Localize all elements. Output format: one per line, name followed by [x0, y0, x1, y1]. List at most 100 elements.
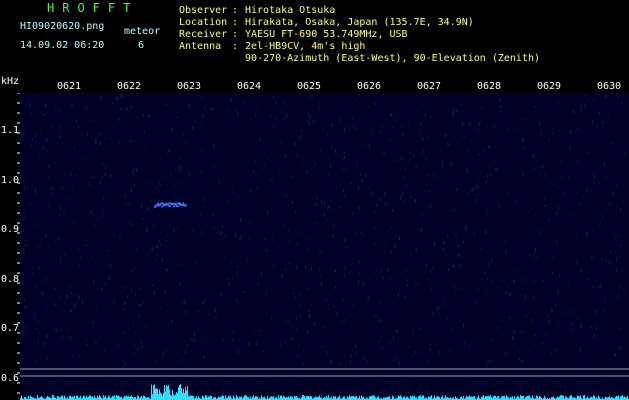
noise-speckle: [548, 203, 550, 205]
noise-speckle: [99, 132, 100, 136]
noise-speckle: [119, 235, 121, 240]
noise-speckle: [22, 330, 24, 333]
noise-speckle: [309, 314, 311, 318]
noise-speckle: [347, 125, 349, 129]
noise-speckle: [201, 302, 203, 304]
noise-speckle: [104, 137, 106, 139]
noise-speckle: [386, 271, 388, 273]
spectrum-bar: [117, 395, 118, 400]
noise-speckle: [71, 95, 73, 98]
noise-speckle: [232, 187, 234, 189]
noise-speckle: [57, 237, 59, 241]
noise-speckle: [335, 153, 337, 155]
noise-speckle: [165, 239, 167, 243]
noise-speckle: [257, 282, 259, 285]
noise-speckle: [355, 232, 357, 236]
noise-speckle: [557, 288, 559, 293]
noise-speckle: [599, 112, 600, 115]
noise-speckle: [612, 192, 614, 196]
noise-speckle: [466, 168, 468, 173]
spectrum-bar: [160, 392, 161, 400]
noise-speckle: [387, 229, 389, 232]
noise-speckle: [486, 126, 488, 128]
spectrum-bar: [518, 396, 519, 400]
receiver-label: Receiver: [179, 29, 228, 40]
spectrum-bar: [72, 396, 73, 400]
noise-speckle: [42, 291, 44, 296]
noise-speckle: [521, 330, 522, 335]
noise-speckle: [98, 190, 100, 193]
noise-speckle: [180, 103, 182, 105]
noise-speckle: [284, 341, 286, 345]
noise-speckle: [311, 95, 313, 97]
noise-speckle: [46, 149, 48, 153]
noise-speckle: [263, 350, 265, 353]
noise-speckle: [448, 268, 449, 271]
echo-pixel: [172, 203, 174, 206]
noise-speckle: [23, 210, 25, 214]
noise-speckle: [383, 152, 385, 156]
noise-speckle: [417, 329, 419, 331]
spectrum-bar: [536, 395, 537, 400]
noise-speckle: [121, 93, 123, 98]
noise-speckle: [179, 284, 181, 287]
noise-speckle: [213, 340, 215, 342]
noise-speckle: [32, 272, 34, 275]
noise-speckle: [104, 282, 106, 285]
noise-speckle: [114, 254, 115, 256]
noise-speckle: [587, 151, 589, 156]
noise-speckle: [157, 348, 159, 351]
noise-speckle: [596, 127, 598, 129]
noise-speckle: [370, 299, 372, 301]
noise-speckle: [153, 246, 154, 251]
noise-speckle: [72, 355, 74, 357]
noise-speckle: [254, 160, 256, 163]
spectrum-bar: [359, 395, 360, 400]
noise-speckle: [487, 261, 489, 266]
noise-speckle: [443, 241, 445, 245]
noise-speckle: [438, 350, 440, 355]
noise-speckle: [421, 306, 423, 311]
noise-speckle: [299, 314, 301, 318]
noise-speckle: [116, 133, 118, 136]
noise-speckle: [604, 163, 605, 167]
noise-speckle: [540, 131, 542, 136]
noise-speckle: [101, 288, 103, 292]
noise-speckle: [24, 215, 25, 219]
noise-speckle: [67, 245, 69, 248]
spectrum-bar: [144, 395, 145, 400]
noise-speckle: [244, 252, 245, 255]
noise-speckle: [24, 325, 26, 330]
noise-speckle: [505, 204, 507, 206]
spectrum-bar: [497, 396, 498, 400]
noise-speckle: [259, 329, 261, 333]
noise-speckle: [511, 335, 513, 340]
spectrum-bar: [208, 396, 209, 400]
noise-speckle: [30, 162, 32, 165]
noise-speckle: [65, 254, 67, 258]
noise-speckle: [32, 95, 34, 97]
spectrum-bar: [256, 396, 257, 400]
noise-speckle: [557, 186, 559, 188]
noise-speckle: [311, 337, 313, 340]
noise-speckle: [453, 209, 455, 212]
noise-speckle: [384, 201, 386, 205]
noise-speckle: [539, 173, 541, 177]
noise-speckle: [351, 354, 352, 357]
noise-speckle: [182, 133, 184, 137]
noise-speckle: [298, 230, 300, 234]
noise-speckle: [92, 118, 94, 122]
noise-speckle: [475, 301, 477, 304]
spectrum-bar: [281, 395, 282, 400]
noise-speckle: [176, 116, 178, 119]
noise-speckle: [401, 98, 403, 100]
noise-speckle: [415, 282, 417, 286]
noise-speckle: [62, 186, 64, 189]
noise-speckle: [39, 153, 40, 157]
noise-speckle: [273, 346, 275, 348]
noise-speckle: [136, 247, 138, 251]
noise-speckle: [442, 164, 443, 168]
noise-speckle: [588, 334, 590, 336]
noise-speckle: [395, 233, 397, 238]
spectrum-bar: [245, 395, 246, 400]
